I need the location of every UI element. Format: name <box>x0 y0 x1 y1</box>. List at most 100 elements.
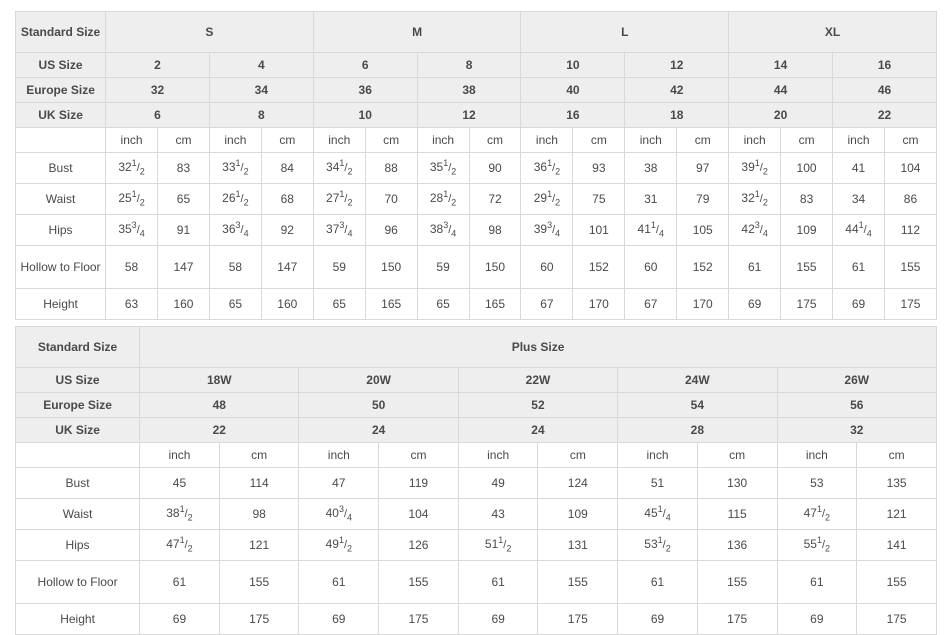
measurement-value: 130 <box>696 467 778 499</box>
size-value: 12 <box>624 52 730 78</box>
size-value: 32 <box>776 417 937 443</box>
measurement-value: 170 <box>676 288 730 320</box>
measurement-row: Bust 45 114 47 119 49 124 51 130 53 135 <box>14 467 937 499</box>
measurement-value: 321/2 <box>728 183 782 215</box>
size-tables: Standard Size S M L XL US Size 2 4 6 8 10 12 14 16 Eur… <box>14 11 938 635</box>
measurement-value: 38 <box>624 152 678 184</box>
size-row-label: UK Size <box>14 417 141 443</box>
size-value: 22W <box>457 367 619 393</box>
unit-cell: inch <box>208 127 262 153</box>
measurement-label: Waist <box>14 498 141 530</box>
measurement-value: 58 <box>105 245 158 289</box>
unit-cell: inch <box>520 127 574 153</box>
measurement-value: 59 <box>312 245 366 289</box>
measurement-value: 441/4 <box>832 214 885 246</box>
measurement-value: 155 <box>883 245 938 289</box>
size-value: 14 <box>728 52 834 78</box>
measurement-value: 451/4 <box>617 498 698 530</box>
unit-cell: cm <box>468 127 522 153</box>
measurement-value: 60 <box>520 245 574 289</box>
size-value: 40 <box>520 77 626 103</box>
measurement-value: 150 <box>364 245 418 289</box>
measurement-value: 61 <box>457 560 539 604</box>
size-value: 50 <box>298 392 459 418</box>
measurement-value: 423/4 <box>728 214 782 246</box>
measurement-value: 155 <box>780 245 834 289</box>
measurement-value: 60 <box>624 245 678 289</box>
measurement-label: Height <box>14 603 141 635</box>
unit-cell: cm <box>537 442 619 468</box>
measurement-row: Waist 381/2 98 403/4 104 43 109 451/4 115 471/2 12… <box>14 498 937 530</box>
measurement-value: 155 <box>378 560 459 604</box>
unit-cell: cm <box>157 127 210 153</box>
measurement-value: 124 <box>537 467 619 499</box>
size-chart-container: Standard Size S M L XL US Size 2 4 6 8 10 12 14 16 Eur… <box>14 11 938 635</box>
unit-cell: inch <box>139 442 220 468</box>
measurement-value: 175 <box>537 603 619 635</box>
measurement-value: 115 <box>696 498 778 530</box>
measurement-value: 411/4 <box>624 214 678 246</box>
size-value: 20W <box>298 367 459 393</box>
unit-cell: inch <box>312 127 366 153</box>
size-row-label: US Size <box>14 367 141 393</box>
size-value: 36 <box>312 77 418 103</box>
size-value: 18W <box>139 367 300 393</box>
size-value: 38 <box>416 77 522 103</box>
measurement-label: Hips <box>14 214 107 246</box>
measurement-value: 126 <box>378 529 459 561</box>
measurement-value: 155 <box>696 560 778 604</box>
measurement-value: 69 <box>298 603 380 635</box>
measurement-value: 41 <box>832 152 885 184</box>
measurement-value: 61 <box>298 560 380 604</box>
measurement-value: 61 <box>617 560 698 604</box>
measurement-value: 331/2 <box>208 152 262 184</box>
measurement-value: 175 <box>696 603 778 635</box>
measurement-value: 51 <box>617 467 698 499</box>
size-row-label: UK Size <box>14 102 107 128</box>
measurement-value: 175 <box>856 603 937 635</box>
size-group-plus-size: Plus Size <box>139 326 937 368</box>
measurement-label: Height <box>14 288 107 320</box>
unit-cell: inch <box>298 442 380 468</box>
unit-cell: inch <box>624 127 678 153</box>
unit-row-blank-label <box>14 127 107 153</box>
size-row-label: US Size <box>14 52 107 78</box>
measurement-value: 170 <box>572 288 626 320</box>
measurement-value: 69 <box>457 603 539 635</box>
size-value: 24W <box>617 367 778 393</box>
measurement-value: 291/2 <box>520 183 574 215</box>
measurement-value: 83 <box>780 183 834 215</box>
size-group-xl: XL <box>728 11 937 53</box>
measurement-row: Hips 353/4 91 363/4 92 373/4 96 383/4 98 393/4 101… <box>14 214 938 246</box>
measurement-value: 61 <box>728 245 782 289</box>
measurement-row: Bust 321/2 83 331/2 84 341/2 88 351/2 90 361/2 93 3… <box>14 152 938 184</box>
measurement-value: 98 <box>468 214 522 246</box>
size-value: 8 <box>416 52 522 78</box>
measurement-value: 109 <box>780 214 834 246</box>
measurement-value: 69 <box>617 603 698 635</box>
measurement-row: Waist 251/2 65 261/2 68 271/2 70 281/2 72 291/2 75… <box>14 183 938 215</box>
measurement-value: 86 <box>883 183 938 215</box>
unit-cell: inch <box>776 442 858 468</box>
measurement-value: 175 <box>780 288 834 320</box>
size-row: US Size 18W 20W 22W 24W 26W <box>14 367 937 393</box>
measurement-value: 165 <box>468 288 522 320</box>
size-value: 44 <box>728 77 834 103</box>
measurement-value: 391/2 <box>728 152 782 184</box>
measurement-value: 68 <box>260 183 314 215</box>
measurement-row: Height 69 175 69 175 69 175 69 175 69 175 <box>14 603 937 635</box>
unit-cell: cm <box>676 127 730 153</box>
size-value: 42 <box>624 77 730 103</box>
measurement-value: 79 <box>676 183 730 215</box>
measurement-label: Hips <box>14 529 141 561</box>
measurement-value: 34 <box>832 183 885 215</box>
size-value: 16 <box>520 102 626 128</box>
unit-row: inch cm inch cm inch cm inch cm inch cm inch cm inch… <box>14 127 938 153</box>
measurement-value: 361/2 <box>520 152 574 184</box>
standard-size-header: Standard Size <box>14 11 107 53</box>
size-value: 2 <box>105 52 210 78</box>
measurement-value: 109 <box>537 498 619 530</box>
measurement-row: Hollow to Floor 61 155 61 155 61 155 61 155 61 155 <box>14 560 937 604</box>
size-value: 54 <box>617 392 778 418</box>
unit-cell: inch <box>728 127 782 153</box>
